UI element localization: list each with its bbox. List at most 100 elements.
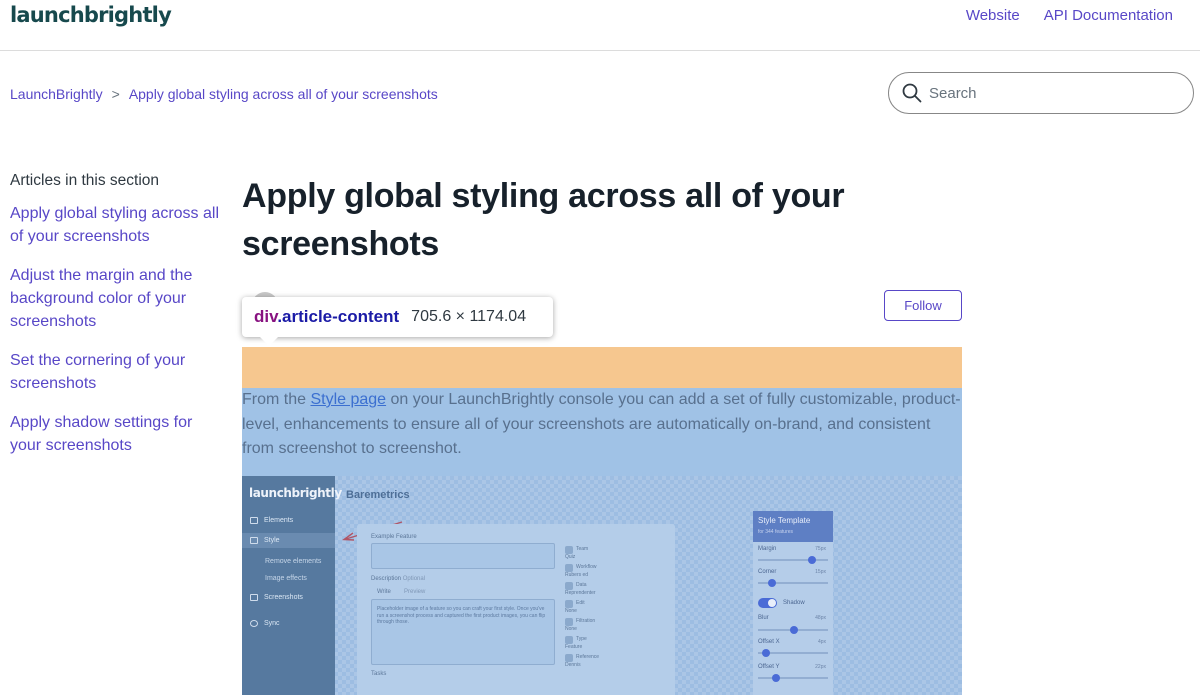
card-side-item: Filtration None: [565, 618, 595, 632]
inspector-margin-highlight: [242, 347, 962, 388]
screenshot-feature-card: Example Feature Description Optional Wri…: [357, 524, 675, 695]
margin-label: Margin: [758, 546, 777, 552]
item-sub: None: [565, 608, 577, 614]
offset-x-value: 4px: [817, 639, 826, 645]
blur-setting: Blur 48px: [758, 615, 828, 621]
sidebar-article-cornering[interactable]: Set the cornering of your screenshots: [10, 349, 220, 395]
screenshot-nav-image-effects: Image effects: [265, 575, 307, 582]
devtools-inspector-tooltip: div.article-content 705.6 × 1174.04: [242, 297, 553, 346]
nav-api-documentation-link[interactable]: API Documentation: [1044, 7, 1173, 24]
screenshot-nav-label: Style: [264, 537, 280, 544]
article-intro: From the Style page on your LaunchBright…: [242, 388, 962, 462]
description-label-text: Description: [371, 576, 402, 582]
margin-slider-knob: [808, 556, 816, 564]
card-side-item: Reference Dennis: [565, 654, 599, 668]
style-panel-header: Style Template for 344 features: [753, 511, 833, 542]
breadcrumb-separator: >: [111, 86, 120, 102]
corner-value: 15px: [815, 569, 826, 575]
card-side-item: Type Feature: [565, 636, 587, 650]
screenshot-nav-style: Style: [242, 533, 335, 548]
blur-slider-knob: [790, 626, 798, 634]
blur-label: Blur: [758, 615, 769, 621]
launchbrightly-logo[interactable]: launchbrightly: [10, 3, 172, 27]
item-sub: None: [565, 626, 577, 632]
item-icon: [565, 600, 573, 608]
card-side-item: Workflow Rubers ed: [565, 564, 596, 578]
screenshot-nav-remove-elements: Remove elements: [265, 558, 322, 565]
item-title: Data: [576, 582, 587, 588]
nav-website-link[interactable]: Website: [966, 7, 1020, 24]
shadow-label: Shadow: [783, 600, 805, 606]
style-panel-subtitle: for 344 features: [758, 529, 794, 535]
articles-sidebar: Articles in this section Apply global st…: [10, 172, 220, 473]
margin-slider: [758, 556, 828, 564]
sidebar-article-shadow[interactable]: Apply shadow settings for your screensho…: [10, 411, 220, 457]
item-title: Type: [576, 636, 587, 642]
item-icon: [565, 546, 573, 554]
inspector-selector: div.article-content: [254, 307, 399, 327]
item-title: Reference: [576, 654, 600, 660]
item-icon: [565, 636, 573, 644]
screenshot-nav-label: Screenshots: [264, 594, 303, 601]
search-input[interactable]: [929, 81, 1179, 105]
item-icon: [565, 618, 573, 626]
example-feature-label: Example Feature: [371, 534, 417, 540]
corner-label: Corner: [758, 569, 777, 575]
sidebar-article-global-styling[interactable]: Apply global styling across all of your …: [10, 202, 220, 248]
header-nav: Website API Documentation: [966, 7, 1173, 24]
item-icon: [565, 564, 573, 572]
screenshot-top-title: Baremetrics: [346, 489, 410, 501]
description-label: Description Optional: [371, 576, 425, 582]
shadow-toggle: [758, 598, 777, 608]
blur-value: 48px: [815, 615, 826, 621]
margin-setting: Margin 75px: [758, 546, 828, 552]
style-page-link[interactable]: Style page: [310, 391, 386, 408]
tasks-label: Tasks: [371, 671, 387, 677]
item-title: Workflow: [576, 564, 597, 570]
search-box[interactable]: [888, 72, 1194, 114]
item-sub: Reprendenter: [565, 590, 596, 596]
screenshot-sidebar: launchbrightly Elements Style Remove ele…: [242, 476, 342, 695]
style-panel-title: Style Template: [758, 516, 811, 525]
offset-x-slider: [758, 649, 828, 657]
breadcrumb-current-link[interactable]: Apply global styling across all of your …: [129, 86, 438, 102]
corner-slider: [758, 579, 828, 587]
screenshot-nav-elements: Elements: [250, 517, 293, 524]
item-title: Filtration: [576, 618, 596, 624]
item-title: Team: [576, 546, 589, 552]
article-title: Apply global styling across all of your …: [242, 177, 845, 263]
logo-text-part1: launch: [10, 3, 85, 27]
example-feature-field: [371, 543, 555, 569]
screenshot-nav-label: Sync: [264, 620, 280, 627]
screenshot-nav-sync: Sync: [250, 620, 280, 627]
item-sub: Quiz: [565, 554, 576, 560]
optional-label: Optional: [402, 576, 426, 582]
item-sub: Dennis: [565, 662, 581, 668]
item-title: Edit: [576, 600, 585, 606]
offset-x-slider-knob: [762, 649, 770, 657]
margin-value: 75px: [815, 546, 826, 552]
card-side-item: Data Reprendenter: [565, 582, 596, 596]
inspector-size: 705.6 × 1174.04: [411, 308, 527, 325]
follow-button[interactable]: Follow: [884, 290, 962, 321]
screenshots-icon: [250, 594, 258, 601]
inspector-class: .article-content: [277, 307, 400, 326]
sidebar-article-margin-background[interactable]: Adjust the margin and the background col…: [10, 264, 220, 333]
corner-setting: Corner 15px: [758, 569, 828, 575]
site-header: launchbrightly Website API Documentation: [0, 0, 1200, 51]
item-sub: Feature: [565, 644, 583, 650]
item-icon: [565, 654, 573, 662]
style-page-screenshot: launchbrightly Elements Style Remove ele…: [242, 476, 962, 695]
offset-y-slider: [758, 674, 828, 682]
inspector-tag: div: [254, 307, 278, 326]
card-side-item: Team Quiz: [565, 546, 588, 560]
offset-y-value: 22px: [815, 664, 826, 670]
style-icon: [250, 537, 258, 544]
item-icon: [565, 582, 573, 590]
breadcrumb-home-link[interactable]: LaunchBrightly: [10, 86, 103, 102]
blur-slider: [758, 626, 828, 634]
search-icon: [902, 83, 922, 103]
offset-y-slider-knob: [772, 674, 780, 682]
intro-text-start: From the: [242, 391, 311, 408]
style-template-panel: Style Template for 344 features Margin 75…: [753, 511, 833, 695]
